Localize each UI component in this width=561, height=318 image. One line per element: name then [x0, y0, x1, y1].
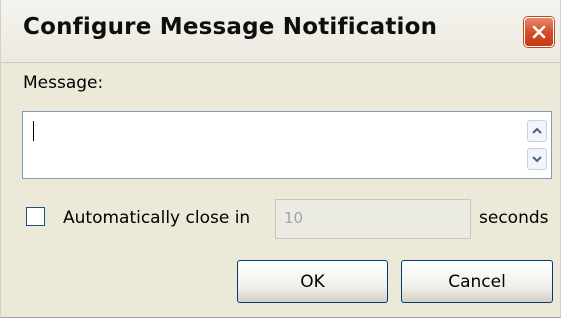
text-caret — [33, 121, 34, 141]
message-label: Message: — [23, 73, 104, 93]
chevron-up-icon — [532, 127, 542, 134]
title-bar[interactable]: Configure Message Notification — [1, 0, 560, 63]
chevron-down-icon — [532, 156, 542, 163]
scroll-down-button[interactable] — [527, 148, 547, 170]
seconds-field-value: 10 — [284, 209, 304, 227]
close-icon — [532, 25, 546, 39]
seconds-label: seconds — [479, 208, 549, 228]
scroll-up-button[interactable] — [527, 120, 547, 142]
message-input[interactable] — [22, 111, 552, 179]
window-title: Configure Message Notification — [23, 14, 438, 40]
ok-button[interactable]: OK — [237, 260, 388, 303]
auto-close-label[interactable]: Automatically close in — [63, 208, 250, 228]
auto-close-checkbox[interactable] — [26, 207, 45, 226]
configure-message-dialog: Configure Message Notification Message: … — [0, 0, 561, 318]
cancel-button[interactable]: Cancel — [401, 260, 553, 303]
seconds-field[interactable]: 10 — [275, 199, 471, 239]
close-button[interactable] — [524, 17, 554, 47]
